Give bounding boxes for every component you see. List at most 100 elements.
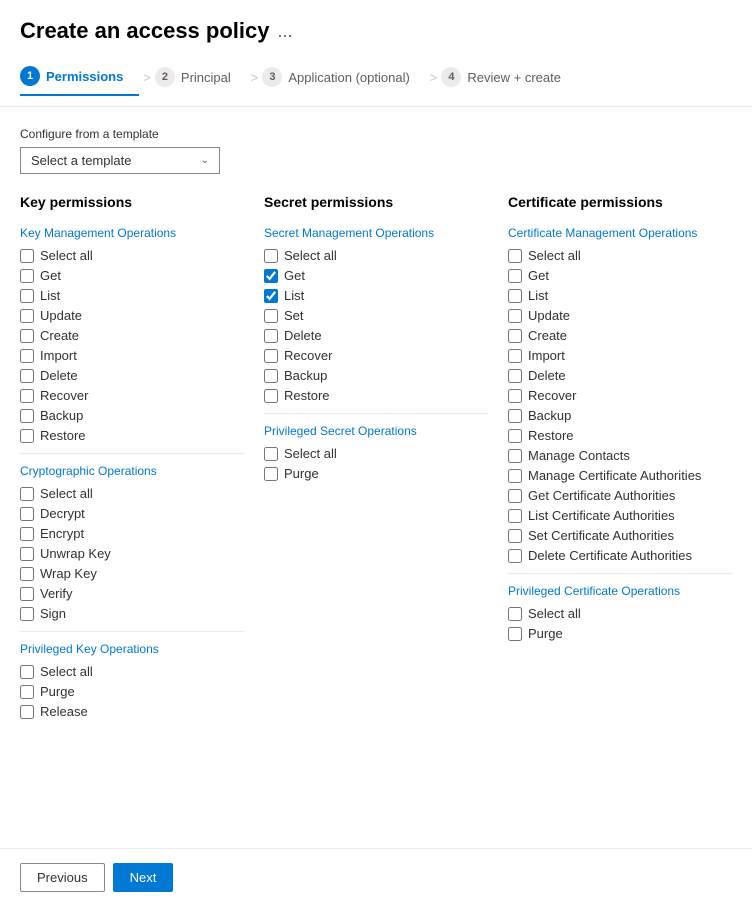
checkbox-item[interactable]: List Certificate Authorities — [508, 508, 732, 523]
checkbox-item[interactable]: Select all — [20, 486, 244, 501]
checkbox-input[interactable] — [508, 349, 522, 363]
checkbox-input[interactable] — [264, 329, 278, 343]
checkbox-input[interactable] — [20, 409, 34, 423]
checkbox-input[interactable] — [264, 467, 278, 481]
checkbox-input[interactable] — [20, 527, 34, 541]
checkbox-input[interactable] — [508, 489, 522, 503]
checkbox-input[interactable] — [20, 349, 34, 363]
checkbox-input[interactable] — [20, 289, 34, 303]
checkbox-input[interactable] — [20, 607, 34, 621]
checkbox-input[interactable] — [20, 705, 34, 719]
checkbox-item[interactable]: Select all — [508, 248, 732, 263]
checkbox-input[interactable] — [508, 369, 522, 383]
checkbox-item[interactable]: Restore — [264, 388, 488, 403]
checkbox-input[interactable] — [20, 487, 34, 501]
wizard-tab-application[interactable]: 3Application (optional) — [262, 59, 425, 95]
checkbox-input[interactable] — [264, 349, 278, 363]
checkbox-input[interactable] — [264, 269, 278, 283]
checkbox-input[interactable] — [508, 269, 522, 283]
checkbox-input[interactable] — [20, 567, 34, 581]
checkbox-item[interactable]: Set — [264, 308, 488, 323]
template-dropdown[interactable]: Select a template ⌄ — [20, 147, 220, 174]
header-ellipsis[interactable]: ... — [277, 21, 292, 42]
checkbox-input[interactable] — [264, 447, 278, 461]
checkbox-item[interactable]: Recover — [508, 388, 732, 403]
checkbox-input[interactable] — [20, 249, 34, 263]
checkbox-input[interactable] — [508, 409, 522, 423]
checkbox-item[interactable]: Recover — [20, 388, 244, 403]
checkbox-input[interactable] — [20, 369, 34, 383]
checkbox-input[interactable] — [264, 369, 278, 383]
checkbox-item[interactable]: Purge — [264, 466, 488, 481]
checkbox-input[interactable] — [20, 507, 34, 521]
checkbox-input[interactable] — [508, 529, 522, 543]
checkbox-item[interactable]: Encrypt — [20, 526, 244, 541]
checkbox-input[interactable] — [508, 309, 522, 323]
checkbox-item[interactable]: Manage Contacts — [508, 448, 732, 463]
checkbox-input[interactable] — [508, 509, 522, 523]
checkbox-input[interactable] — [508, 607, 522, 621]
checkbox-item[interactable]: Verify — [20, 586, 244, 601]
checkbox-input[interactable] — [20, 429, 34, 443]
next-button[interactable]: Next — [113, 863, 174, 892]
checkbox-item[interactable]: Get — [508, 268, 732, 283]
checkbox-item[interactable]: Get — [20, 268, 244, 283]
checkbox-input[interactable] — [264, 309, 278, 323]
checkbox-item[interactable]: Select all — [508, 606, 732, 621]
checkbox-item[interactable]: Update — [508, 308, 732, 323]
wizard-tab-review[interactable]: 4Review + create — [441, 59, 577, 95]
checkbox-item[interactable]: Update — [20, 308, 244, 323]
checkbox-input[interactable] — [20, 547, 34, 561]
checkbox-item[interactable]: Select all — [264, 248, 488, 263]
checkbox-item[interactable]: Decrypt — [20, 506, 244, 521]
checkbox-item[interactable]: Create — [20, 328, 244, 343]
checkbox-input[interactable] — [508, 249, 522, 263]
checkbox-input[interactable] — [508, 469, 522, 483]
checkbox-item[interactable]: Import — [508, 348, 732, 363]
checkbox-item[interactable]: Unwrap Key — [20, 546, 244, 561]
checkbox-item[interactable]: Backup — [20, 408, 244, 423]
checkbox-item[interactable]: Backup — [508, 408, 732, 423]
checkbox-item[interactable]: Delete — [264, 328, 488, 343]
checkbox-item[interactable]: Create — [508, 328, 732, 343]
checkbox-input[interactable] — [508, 289, 522, 303]
checkbox-item[interactable]: Set Certificate Authorities — [508, 528, 732, 543]
checkbox-input[interactable] — [20, 665, 34, 679]
checkbox-item[interactable]: Recover — [264, 348, 488, 363]
checkbox-item[interactable]: Delete — [508, 368, 732, 383]
checkbox-input[interactable] — [508, 389, 522, 403]
checkbox-item[interactable]: Purge — [508, 626, 732, 641]
checkbox-item[interactable]: Restore — [20, 428, 244, 443]
checkbox-item[interactable]: Import — [20, 348, 244, 363]
previous-button[interactable]: Previous — [20, 863, 105, 892]
checkbox-item[interactable]: Delete — [20, 368, 244, 383]
checkbox-input[interactable] — [508, 449, 522, 463]
checkbox-item[interactable]: Sign — [20, 606, 244, 621]
wizard-tab-principal[interactable]: 2Principal — [155, 59, 247, 95]
checkbox-input[interactable] — [508, 329, 522, 343]
checkbox-item[interactable]: Get Certificate Authorities — [508, 488, 732, 503]
checkbox-item[interactable]: List — [508, 288, 732, 303]
checkbox-item[interactable]: Delete Certificate Authorities — [508, 548, 732, 563]
checkbox-item[interactable]: Purge — [20, 684, 244, 699]
checkbox-item[interactable]: Wrap Key — [20, 566, 244, 581]
checkbox-input[interactable] — [20, 389, 34, 403]
checkbox-input[interactable] — [264, 389, 278, 403]
checkbox-item[interactable]: List — [20, 288, 244, 303]
checkbox-input[interactable] — [508, 549, 522, 563]
checkbox-input[interactable] — [264, 249, 278, 263]
checkbox-item[interactable]: Get — [264, 268, 488, 283]
checkbox-input[interactable] — [508, 627, 522, 641]
checkbox-item[interactable]: Manage Certificate Authorities — [508, 468, 732, 483]
checkbox-item[interactable]: Select all — [20, 664, 244, 679]
checkbox-item[interactable]: List — [264, 288, 488, 303]
checkbox-input[interactable] — [20, 587, 34, 601]
checkbox-input[interactable] — [20, 269, 34, 283]
checkbox-input[interactable] — [264, 289, 278, 303]
wizard-tab-permissions[interactable]: 1Permissions — [20, 58, 139, 96]
checkbox-item[interactable]: Select all — [20, 248, 244, 263]
checkbox-input[interactable] — [20, 329, 34, 343]
checkbox-item[interactable]: Backup — [264, 368, 488, 383]
checkbox-item[interactable]: Release — [20, 704, 244, 719]
checkbox-input[interactable] — [508, 429, 522, 443]
